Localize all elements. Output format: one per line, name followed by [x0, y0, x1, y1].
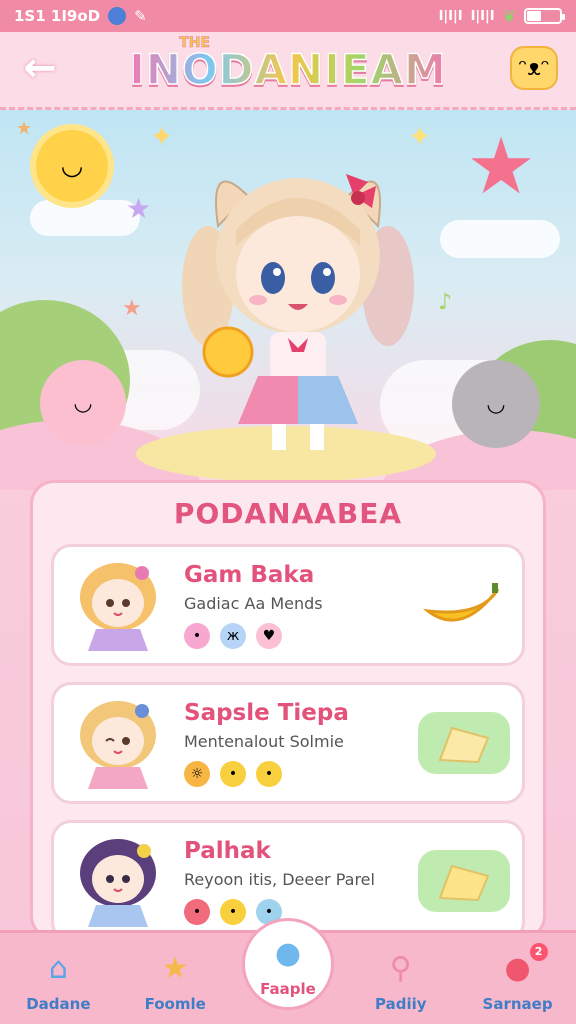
yellow-chick-icon: •: [220, 760, 246, 787]
star-face-icon: ★: [466, 122, 536, 212]
nav-label: Sarnaep: [482, 994, 553, 1013]
chat-bubble-icon: ●: [274, 936, 302, 971]
avatar: [80, 563, 156, 651]
red-blob-icon: •: [184, 898, 210, 925]
battery-icon: [524, 8, 565, 24]
app-header: ← THE INODANIEAM ᵔᴥᵔ: [0, 32, 576, 110]
search-icon: ⚲: [389, 951, 412, 986]
back-button[interactable]: ←: [18, 45, 62, 91]
avatar: [80, 839, 156, 927]
nav-item-faaple[interactable]: ● Faaple: [241, 917, 334, 1010]
cheese-icon: [418, 850, 510, 912]
notification-badge-icon: [108, 7, 127, 25]
cloud-shape: [440, 220, 560, 258]
nav-item-sarnaep[interactable]: ● 2 Sarnaep: [468, 942, 568, 1013]
card-description: Mentenalout Solmie: [184, 731, 344, 751]
card-description: Gadiac Aa Mends: [184, 593, 323, 613]
nav-label: Dadane: [26, 994, 91, 1013]
leaf-icon: ❦: [502, 6, 516, 26]
card-name: Palhak: [184, 837, 271, 864]
pink-creature: ◡: [40, 360, 126, 446]
list-item[interactable]: Gam Baka Gadiac Aa Mends • ж ♥: [51, 544, 525, 666]
avatar: [80, 701, 156, 789]
edit-icon: ✎: [134, 7, 147, 25]
bottom-nav: ⌂ Dadane ★ Foomle ● Faaple ⚲ Padiiy ● 2 …: [0, 917, 576, 1024]
app-title: INODANIEAM: [128, 44, 447, 95]
card-description: Reyoon itis, Deeer Parel: [184, 869, 375, 889]
star-friends-icon: ★: [161, 951, 189, 986]
pink-heart-icon: ♥: [256, 622, 282, 649]
status-bar: 1S1 1I9oD ✎ I|I|I I|I|I ❦: [0, 0, 576, 32]
arrow-left-icon: ←: [23, 45, 57, 91]
sparkle-icon: ✦: [408, 120, 432, 153]
notification-badge: 2: [529, 942, 548, 961]
battery-level: [527, 11, 542, 21]
nav-label: Faaple: [260, 979, 316, 998]
nav-item-foomle[interactable]: ★ Foomle: [125, 945, 225, 1013]
yellow-face-icon: •: [220, 898, 246, 925]
banana-icon: [418, 574, 510, 636]
clock-text: 1S1 1I9oD: [14, 7, 101, 25]
mascot-button[interactable]: ᵔᴥᵔ: [510, 46, 558, 90]
nav-item-dadane[interactable]: ⌂ Dadane: [8, 945, 108, 1013]
nav-item-padiiy[interactable]: ⚲ Padiiy: [351, 945, 451, 1013]
cheese-icon: [418, 712, 510, 774]
hero-illustration: ◡ ✦ ★ ✦ ★ ★ ★ ♪ ◡ ◡: [0, 110, 576, 490]
yellow-chick-icon: •: [256, 760, 282, 787]
music-note-icon: ♪: [438, 290, 453, 315]
cat-face-icon: ᵔᴥᵔ: [518, 56, 550, 81]
girl-character: [182, 174, 414, 450]
nav-label: Padiiy: [375, 994, 427, 1013]
blue-butterfly-icon: ж: [220, 622, 246, 649]
card-name: Sapsle Tiepa: [184, 699, 349, 726]
sun-face-icon: ☼: [184, 760, 210, 787]
gray-creature: ◡: [452, 360, 540, 448]
house-icon: ⌂: [48, 951, 68, 986]
cloud-shape: [30, 200, 140, 236]
sun-icon: ◡: [36, 130, 108, 202]
pink-blob-icon: •: [184, 622, 210, 649]
star-icon: ★: [16, 118, 33, 139]
nav-label: Foomle: [144, 994, 206, 1013]
star-icon: ★: [126, 192, 152, 225]
signal-icon: I|I|I: [438, 8, 463, 24]
list-item[interactable]: Sapsle Tiepa Mentenalout Solmie ☼ • •: [51, 682, 525, 804]
star-icon: ★: [122, 296, 142, 321]
panel-title: PODANAABEA: [173, 497, 403, 530]
wifi-icon: I|I|I: [470, 8, 495, 24]
sparkle-icon: ✦: [150, 120, 174, 153]
card-name: Gam Baka: [184, 561, 315, 588]
character-list-panel: PODANAABEA Gam Baka Gadiac Aa Mends • ж …: [30, 480, 546, 942]
